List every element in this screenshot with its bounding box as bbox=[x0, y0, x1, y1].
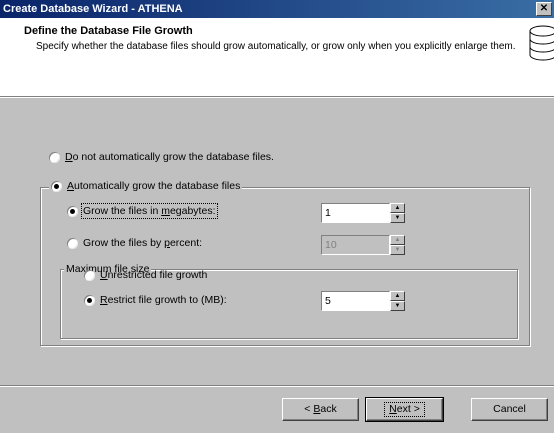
restrict-growth-label: Restrict file growth to (MB): bbox=[100, 294, 227, 306]
wizard-window: Create Database Wizard - ATHENA ✕ Define… bbox=[0, 0, 554, 433]
grow-megabytes-label: Grow the files in megabytes: bbox=[81, 203, 218, 219]
page-title: Define the Database File Growth bbox=[24, 25, 193, 37]
restrict-growth-radio[interactable]: Restrict file growth to (MB): bbox=[84, 294, 227, 306]
autogrow-radio[interactable]: Automatically grow the database files bbox=[49, 180, 243, 192]
unrestricted-growth-label: Unrestricted file growth bbox=[100, 269, 208, 281]
spin-up-icon[interactable]: ▲ bbox=[390, 291, 405, 301]
restrict-mb-spinner[interactable]: 5 ▲ ▼ bbox=[321, 291, 405, 311]
restrict-mb-input[interactable]: 5 bbox=[321, 291, 390, 311]
spin-up-icon[interactable]: ▲ bbox=[390, 235, 405, 245]
cancel-button[interactable]: Cancel bbox=[471, 398, 548, 421]
grow-percent-radio[interactable]: Grow the files by percent: bbox=[67, 237, 202, 249]
footer-divider bbox=[0, 385, 554, 387]
spin-up-icon[interactable]: ▲ bbox=[390, 203, 405, 213]
percent-spinner[interactable]: 10 ▲ ▼ bbox=[321, 235, 405, 255]
back-button[interactable]: < Back bbox=[282, 398, 359, 421]
radio-circle bbox=[67, 205, 78, 217]
megabytes-spinner[interactable]: 1 ▲ ▼ bbox=[321, 203, 405, 223]
page-description: Specify whether the database files shoul… bbox=[36, 41, 516, 52]
spin-down-icon[interactable]: ▼ bbox=[390, 213, 405, 223]
grow-percent-label: Grow the files by percent: bbox=[83, 237, 203, 249]
autogrow-label: Automatically grow the database files bbox=[67, 180, 241, 192]
database-cylinder-icon bbox=[529, 25, 554, 61]
header-divider bbox=[0, 97, 554, 98]
spin-down-icon[interactable]: ▼ bbox=[390, 245, 405, 255]
radio-circle bbox=[51, 180, 62, 192]
no-autogrow-label: Do not automatically grow the database f… bbox=[65, 151, 274, 163]
unrestricted-growth-radio[interactable]: Unrestricted file growth bbox=[84, 269, 207, 281]
grow-megabytes-radio[interactable]: Grow the files in megabytes: bbox=[67, 203, 218, 219]
spin-down-icon[interactable]: ▼ bbox=[390, 301, 405, 311]
radio-circle bbox=[84, 269, 95, 281]
megabytes-input[interactable]: 1 bbox=[321, 203, 390, 223]
close-button[interactable]: ✕ bbox=[536, 2, 552, 16]
radio-circle bbox=[49, 151, 60, 163]
window-title: Create Database Wizard - ATHENA bbox=[3, 3, 183, 15]
percent-input[interactable]: 10 bbox=[321, 235, 390, 255]
wizard-header: Define the Database File Growth Specify … bbox=[0, 18, 554, 97]
radio-circle bbox=[67, 237, 78, 249]
title-bar[interactable]: Create Database Wizard - ATHENA ✕ bbox=[0, 0, 554, 18]
radio-circle bbox=[84, 294, 95, 306]
no-autogrow-radio[interactable]: Do not automatically grow the database f… bbox=[49, 151, 274, 163]
next-button[interactable]: Next > bbox=[365, 397, 444, 422]
